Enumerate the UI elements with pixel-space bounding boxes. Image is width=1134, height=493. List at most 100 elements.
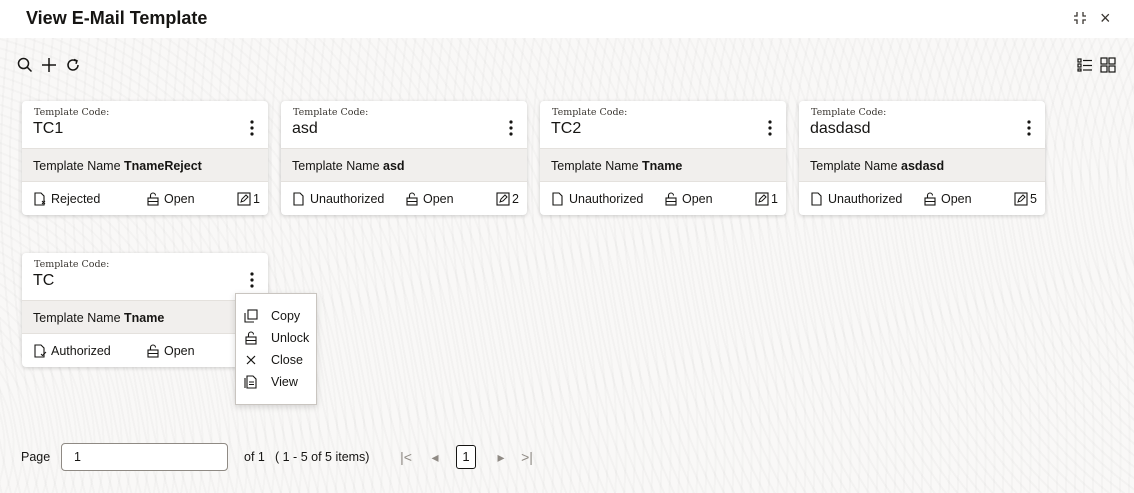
lock-status: Open <box>405 192 454 206</box>
last-page-button[interactable]: >| <box>518 447 536 467</box>
card-footer: Authorized Open <box>22 334 268 367</box>
search-icon[interactable] <box>16 56 34 74</box>
modification-count: 1 <box>755 192 778 206</box>
card-footer: Unauthorized Open 2 <box>281 182 527 215</box>
copy-icon <box>244 309 258 323</box>
title-bar: View E-Mail Template × <box>0 0 1134 38</box>
template-name-row: Template Name Tname <box>22 300 268 334</box>
lock-status: Open <box>664 192 713 206</box>
template-name-label: Template Name <box>810 159 898 173</box>
more-options-icon[interactable] <box>1021 118 1037 138</box>
lock-open-icon <box>146 192 160 206</box>
status-label: Authorized <box>51 344 111 358</box>
mod-count-label: 2 <box>512 192 519 206</box>
template-name: asd <box>383 159 405 173</box>
lock-label: Open <box>941 192 972 206</box>
card-header: Template Code: TC1 <box>22 101 268 148</box>
page-count-label: of 1 <box>244 450 265 464</box>
edit-icon <box>496 192 510 206</box>
menu-item-label: View <box>271 375 298 389</box>
template-code-label: Template Code: <box>34 259 110 270</box>
template-card[interactable]: Template Code: TC2 Template Name Tname U… <box>540 101 786 215</box>
template-name: Tname <box>642 159 683 173</box>
add-icon[interactable] <box>40 56 58 74</box>
template-code: TC2 <box>551 120 582 137</box>
edit-icon <box>1014 192 1028 206</box>
lock-status: Open <box>146 192 195 206</box>
lock-label: Open <box>423 192 454 206</box>
template-name: Tname <box>124 311 165 325</box>
rejected-doc-icon <box>33 192 47 206</box>
modification-count: 5 <box>1014 192 1037 206</box>
card-header: Template Code: TC <box>22 253 268 300</box>
template-code-label: Template Code: <box>552 107 628 118</box>
template-name-row: Template Name asd <box>281 148 527 182</box>
modification-count: 1 <box>237 192 260 206</box>
lock-label: Open <box>682 192 713 206</box>
list-view-icon[interactable] <box>1076 56 1094 74</box>
close-icon[interactable]: × <box>1100 9 1114 27</box>
menu-item-unlock[interactable]: Unlock <box>236 327 316 349</box>
template-name-label: Template Name <box>551 159 639 173</box>
menu-item-label: Close <box>271 353 303 367</box>
status-label: Unauthorized <box>828 192 903 206</box>
record-status: Unauthorized <box>292 192 384 206</box>
card-header: Template Code: asd <box>281 101 527 148</box>
template-card[interactable]: Template Code: TC Template Name Tname Au… <box>22 253 268 367</box>
template-card[interactable]: Template Code: dasdasd Template Name asd… <box>799 101 1045 215</box>
lock-label: Open <box>164 192 195 206</box>
lock-open-icon <box>405 192 419 206</box>
template-code: TC1 <box>33 120 64 137</box>
template-card[interactable]: Template Code: TC1 Template Name TnameRe… <box>22 101 268 215</box>
previous-page-button[interactable]: ◂ <box>428 447 442 467</box>
modification-count: 2 <box>496 192 519 206</box>
grid-view-icon[interactable] <box>1099 56 1117 74</box>
more-options-icon[interactable] <box>244 270 260 290</box>
card-header: Template Code: TC2 <box>540 101 786 148</box>
card-footer: Unauthorized Open 5 <box>799 182 1045 215</box>
authorized-doc-icon <box>33 344 47 358</box>
template-name-label: Template Name <box>33 311 121 325</box>
page-number-input[interactable] <box>61 443 228 471</box>
mod-count-label: 1 <box>771 192 778 206</box>
record-status: Unauthorized <box>810 192 902 206</box>
template-name: TnameReject <box>124 159 202 173</box>
menu-item-label: Copy <box>271 309 301 323</box>
template-card[interactable]: Template Code: asd Template Name asd Una… <box>281 101 527 215</box>
record-status: Unauthorized <box>551 192 643 206</box>
template-code-label: Template Code: <box>293 107 369 118</box>
template-name-row: Template Name Tname <box>540 148 786 182</box>
next-page-button[interactable]: ▸ <box>494 447 508 467</box>
page-label: Page <box>21 450 51 464</box>
more-options-icon[interactable] <box>503 118 519 138</box>
template-name: asdasd <box>901 159 945 173</box>
current-page-button[interactable]: 1 <box>456 445 476 469</box>
refresh-icon[interactable] <box>64 56 82 74</box>
menu-item-label: Unlock <box>271 331 310 345</box>
template-code: dasdasd <box>810 120 871 137</box>
status-label: Rejected <box>51 192 101 206</box>
unlock-icon <box>244 331 258 345</box>
first-page-button[interactable]: |< <box>398 447 414 467</box>
mod-count-label: 1 <box>253 192 260 206</box>
menu-item-copy[interactable]: Copy <box>236 305 316 327</box>
menu-item-close[interactable]: Close <box>236 349 316 371</box>
lock-open-icon <box>664 192 678 206</box>
more-options-icon[interactable] <box>762 118 778 138</box>
template-name-row: Template Name asdasd <box>799 148 1045 182</box>
template-name-label: Template Name <box>33 159 121 173</box>
document-icon <box>292 192 306 206</box>
record-status: Rejected <box>33 192 100 206</box>
more-options-icon[interactable] <box>244 118 260 138</box>
record-status: Authorized <box>33 344 111 358</box>
edit-icon <box>755 192 769 206</box>
collapse-icon[interactable] <box>1073 9 1087 27</box>
menu-item-view[interactable]: View <box>236 371 316 393</box>
document-icon <box>810 192 824 206</box>
lock-status: Open <box>146 344 195 358</box>
status-label: Unauthorized <box>310 192 385 206</box>
mod-count-label: 5 <box>1030 192 1037 206</box>
document-icon <box>551 192 565 206</box>
template-code: asd <box>292 120 318 137</box>
card-footer: Rejected Open 1 <box>22 182 268 215</box>
